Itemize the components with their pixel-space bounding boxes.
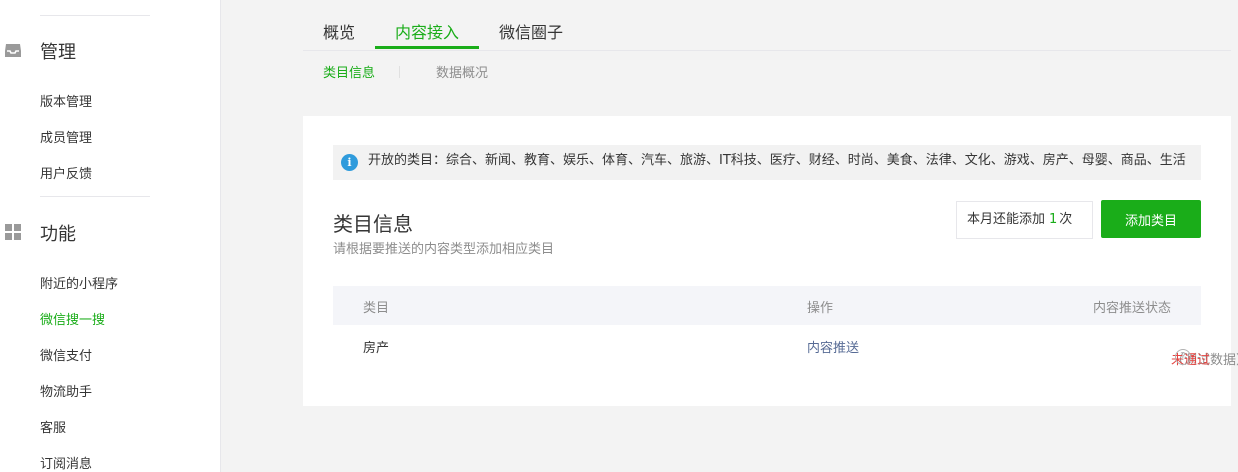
- open-categories-notice: i 开放的类目：综合、新闻、教育、娱乐、体育、汽车、旅游、IT科技、医疗、财经、…: [333, 145, 1201, 180]
- sidebar: 管理 版本管理 成员管理 用户反馈 功能 附近的小程序 微信搜一搜 微信支付 物…: [0, 0, 221, 472]
- sidebar-item-subscription-messages[interactable]: 订阅消息: [40, 453, 92, 472]
- sidebar-item-version-management[interactable]: 版本管理: [40, 91, 92, 110]
- add-category-button[interactable]: 添加类目: [1101, 200, 1201, 238]
- sidebar-item-member-management[interactable]: 成员管理: [40, 127, 92, 146]
- section-description: 请根据要推送的内容类型添加相应类目: [333, 242, 555, 257]
- sidebar-item-customer-service[interactable]: 客服: [40, 417, 66, 436]
- sidebar-item-nearby-miniprogram[interactable]: 附近的小程序: [40, 273, 118, 292]
- sidebar-divider: [40, 196, 150, 197]
- section-title: 类目信息: [333, 212, 413, 236]
- cell-category: 房产: [363, 341, 390, 356]
- sidebar-divider: [40, 15, 150, 16]
- table-header: 类目 操作 内容推送状态: [333, 286, 1201, 325]
- header-push-status: 内容推送状态: [1092, 301, 1171, 316]
- sidebar-item-wechat-search[interactable]: 微信搜一搜: [40, 309, 105, 328]
- grid-icon: [4, 223, 22, 241]
- header-category: 类目: [363, 301, 390, 316]
- table-row: 房产 内容推送 （测试数据）未通过?: [333, 325, 1238, 368]
- inbox-icon: [4, 41, 22, 59]
- subtab-category-info[interactable]: 类目信息: [323, 62, 375, 81]
- subtab-data-overview[interactable]: 数据概况: [436, 62, 488, 81]
- sidebar-item-wechat-pay[interactable]: 微信支付: [40, 345, 92, 364]
- notice-text: 开放的类目：综合、新闻、教育、娱乐、体育、汽车、旅游、IT科技、医疗、财经、时尚…: [368, 153, 1186, 168]
- sidebar-item-logistics-helper[interactable]: 物流助手: [40, 381, 92, 400]
- tab-wechat-circle[interactable]: 微信圈子: [499, 19, 563, 43]
- quota-count: 1: [1049, 212, 1058, 227]
- tab-content-access[interactable]: 内容接入: [395, 19, 459, 43]
- quota-prefix: 本月还能添加: [967, 212, 1046, 227]
- header-operation: 操作: [807, 301, 834, 316]
- sidebar-section-title: 功能: [40, 224, 76, 245]
- subtab-separator: [399, 66, 400, 78]
- remaining-quota: 本月还能添加 1 次: [956, 201, 1093, 239]
- main-tabs: 概览 内容接入 微信圈子: [303, 0, 1231, 51]
- sidebar-item-user-feedback[interactable]: 用户反馈: [40, 163, 92, 182]
- active-tab-indicator: [375, 46, 479, 49]
- sidebar-section-title: 管理: [40, 42, 76, 63]
- category-table: 类目 操作 内容推送状态 房产 内容推送 （测试数据）未通过?: [333, 286, 1238, 368]
- tab-overview[interactable]: 概览: [323, 19, 355, 43]
- quota-suffix: 次: [1059, 212, 1073, 227]
- question-icon[interactable]: ?: [1175, 349, 1191, 365]
- content-push-link[interactable]: 内容推送: [807, 337, 859, 356]
- info-icon: i: [341, 154, 358, 171]
- category-card: i 开放的类目：综合、新闻、教育、娱乐、体育、汽车、旅游、IT科技、医疗、财经、…: [303, 116, 1238, 406]
